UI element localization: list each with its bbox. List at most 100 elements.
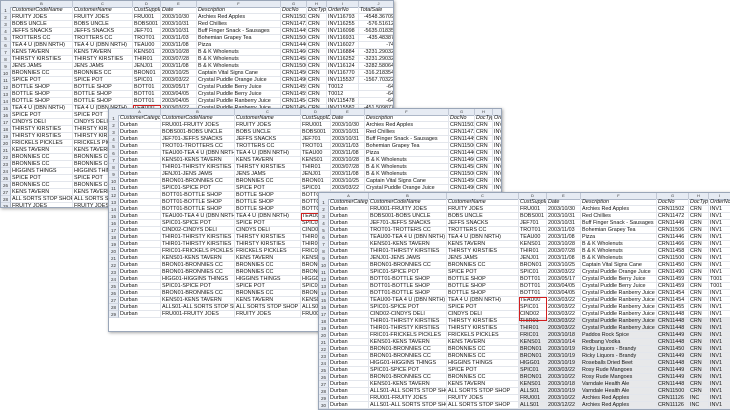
table-cell[interactable]: Durban [329,297,369,304]
column-heading-cell[interactable]: CustomerName [447,199,519,206]
table-cell[interactable]: Buff Finger Snack - Sausages [365,136,449,143]
table-cell[interactable]: ALL SORTS STOP SHOP [447,402,519,409]
table-cell[interactable]: INV1 [709,206,730,213]
table-cell[interactable]: FRICKELS PICKLES [11,140,73,147]
table-cell[interactable]: CRN11459 [657,276,689,283]
row-number[interactable]: 25 [1,175,11,182]
table-cell[interactable]: INV1 [709,255,730,262]
table-cell[interactable]: KENS TAVERN [447,241,519,248]
table-cell[interactable]: 2003/07/28 [161,56,197,63]
table-cell[interactable]: BOTT01 [519,283,547,290]
table-cell[interactable]: FRU001 [519,206,547,213]
table-cell[interactable]: CRN11472 [281,21,307,28]
table-cell[interactable]: BOTTLE SHOP [73,91,133,98]
table-cell[interactable]: 2003/10/30 [547,206,581,213]
table-cell[interactable]: Durban [329,283,369,290]
row-number[interactable]: 12 [109,192,119,199]
table-cell[interactable]: B & K Wholenuts [197,49,281,56]
table-cell[interactable]: Durban [329,325,369,332]
table-cell[interactable]: TEAU00-TEA 4 U (DBN NRTH) [161,213,235,220]
table-cell[interactable]: 2003/10/28 [547,241,581,248]
table-cell[interactable]: CRN11500 [449,171,475,178]
table-cell[interactable]: INV116124 [493,171,501,178]
table-cell[interactable]: JEF701 [301,136,331,143]
table-cell[interactable]: T001 [709,283,730,290]
table-cell[interactable]: CRN11459 [281,91,307,98]
table-cell[interactable]: TEA 4 U (DBN NRTH) [11,105,73,112]
table-cell[interactable]: CRN11459 [281,84,307,91]
table-cell[interactable]: ALL SORTS STOP SHOP [11,196,73,203]
row-number[interactable]: 16 [319,304,329,311]
table-cell[interactable]: CRN [689,367,709,374]
row-number[interactable]: 15 [319,297,329,304]
table-cell[interactable]: CRN [689,276,709,283]
table-cell[interactable]: BRONNIES CC [447,262,519,269]
table-cell[interactable]: KENS01-KENS TAVERN [369,339,447,346]
table-cell[interactable]: 2003/03/22 [331,185,365,192]
table-cell[interactable]: CRN11449 [281,28,307,35]
table-cell[interactable]: Durban [329,262,369,269]
row-number[interactable]: 26 [319,374,329,381]
row-number[interactable]: 19 [319,325,329,332]
table-cell[interactable]: Durban [119,255,161,262]
table-cell[interactable]: BRONNIES CC [11,161,73,168]
table-cell[interactable]: THIRSTY KIRSTIES [11,133,73,140]
table-cell[interactable]: 2003/10/25 [161,70,197,77]
table-cell[interactable]: BOBS001 [133,21,161,28]
table-cell[interactable]: INV1 [709,374,730,381]
table-cell[interactable]: CRN [307,63,327,70]
row-number[interactable]: 20 [319,332,329,339]
row-number[interactable]: 10 [109,178,119,185]
table-cell[interactable]: FRIC01-FRICKELS PICKLES [161,248,235,255]
table-cell[interactable]: Durban [329,339,369,346]
column-heading-cell[interactable]: CustSuppID [133,7,161,14]
table-cell[interactable]: THIRSTY KIRSTIES [447,248,519,255]
table-cell[interactable]: CRN11449 [657,374,689,381]
table-cell[interactable]: KENS TAVERN [235,157,301,164]
table-cell[interactable]: 2003/10/18 [547,381,581,388]
row-number[interactable]: 16 [1,112,11,119]
table-cell[interactable]: JENS JAMS [447,255,519,262]
row-number[interactable]: 9 [319,255,329,262]
table-cell[interactable]: INV116931 [493,143,501,150]
table-cell[interactable]: KENS01 [301,157,331,164]
row-number[interactable]: 27 [319,381,329,388]
table-cell[interactable]: SPICE POT [235,185,301,192]
table-cell[interactable]: TROT01 [519,227,547,234]
table-cell[interactable]: Durban [329,248,369,255]
table-cell[interactable]: CRN11502 [281,14,307,21]
table-cell[interactable]: Durban [119,227,161,234]
row-number[interactable]: 28 [319,388,329,395]
table-cell[interactable]: CRN11466 [449,157,475,164]
table-cell[interactable]: 2003/10/25 [331,178,365,185]
table-cell[interactable]: BRON01 [519,374,547,381]
table-cell[interactable]: TROTTERS CC [73,35,133,42]
table-cell[interactable]: TEA 4 U (DBN NRTH) [11,42,73,49]
table-cell[interactable]: CRN [689,374,709,381]
table-cell[interactable]: Buff Finger Snack - Sausages [581,220,657,227]
table-cell[interactable]: CRN11490 [281,77,307,84]
column-heading-cell[interactable]: CustomerCodeName [11,7,73,14]
table-cell[interactable]: 2003/05/17 [161,84,197,91]
table-cell[interactable]: JENJ01 [301,171,331,178]
table-cell[interactable]: THIRSTY KIRSTIES [235,234,301,241]
row-number[interactable]: 30 [319,402,329,409]
table-cell[interactable]: FRIC01-FRICKELS PICKLES [369,332,447,339]
table-cell[interactable]: CRN [307,77,327,84]
table-cell[interactable]: -3231.290323 [359,49,393,56]
table-cell[interactable]: CRN [475,143,493,150]
table-cell[interactable]: CRN11448 [657,360,689,367]
table-cell[interactable]: ALLS01-ALL SORTS STOP SHOP [369,402,447,409]
table-cell[interactable]: Durban [119,283,161,290]
table-cell[interactable]: Durban [329,311,369,318]
table-cell[interactable]: CRN [307,35,327,42]
table-cell[interactable]: INV1 [709,262,730,269]
column-heading-cell[interactable]: DocNo [449,115,475,122]
table-cell[interactable]: TROT01-TROTTERS CC [369,227,447,234]
table-cell[interactable]: BOTTLE SHOP [447,283,519,290]
table-cell[interactable]: Crystal Puddle Ranberry Juice [197,98,281,105]
table-cell[interactable]: BOTTLE SHOP [11,91,73,98]
row-number[interactable]: 8 [109,164,119,171]
row-number[interactable]: 25 [109,283,119,290]
table-cell[interactable]: CRN [689,290,709,297]
